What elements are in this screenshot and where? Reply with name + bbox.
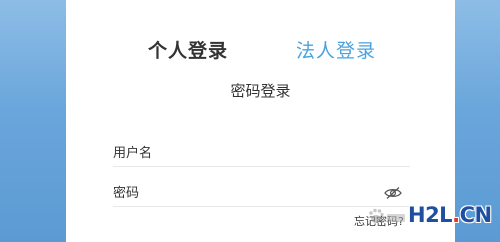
tab-corporate-login[interactable]: 法人登录 <box>296 38 376 64</box>
password-input[interactable] <box>113 182 353 205</box>
baidu-jingyan-paw-icon <box>369 208 405 223</box>
tab-personal-login[interactable]: 个人登录 <box>148 38 228 64</box>
page-background: 个人登录 法人登录 密码登录 忘记密码? H2L.CN <box>0 0 500 242</box>
brand-prefix: H2L <box>408 203 453 227</box>
brand-suffix: CN <box>459 203 493 227</box>
h2l-watermark-logo: H2L.CN <box>408 203 492 227</box>
hide-password-icon[interactable] <box>384 186 402 200</box>
username-input[interactable] <box>113 142 353 165</box>
brand-dot: . <box>452 203 460 227</box>
password-field <box>113 182 410 207</box>
username-field <box>113 142 410 167</box>
login-method-title: 密码登录 <box>230 82 291 100</box>
